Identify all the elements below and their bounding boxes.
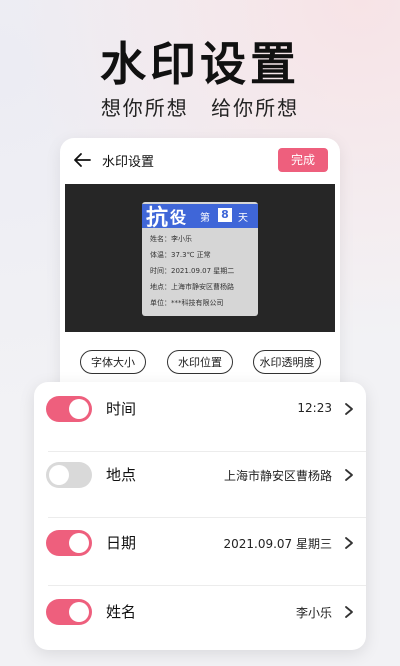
hero-subtitle: 想你所想 给你所想 — [100, 96, 300, 120]
watermark-card[interactable]: 抗 役 第 8 天 姓名：李小乐 体温：37.3℃ 正常 时间：2021.09.… — [142, 202, 258, 316]
arrow-left-icon[interactable] — [72, 150, 92, 170]
setting-value: 李小乐 — [295, 606, 332, 620]
setting-label: 地点 — [106, 466, 137, 484]
setting-row-time[interactable]: 时间 12:23 — [34, 382, 366, 452]
setting-row-location[interactable]: 地点 上海市静安区曹杨路 — [34, 448, 366, 518]
app-title: 水印设置 — [102, 155, 155, 170]
setting-row-name[interactable]: 姓名 李小乐 — [34, 585, 366, 650]
location-toggle[interactable] — [46, 462, 92, 488]
watermark-line-location: 地点：上海市静安区曹杨路 — [150, 283, 234, 291]
chevron-right-icon — [345, 537, 353, 549]
watermark-line-temperature: 体温：37.3℃ 正常 — [150, 251, 211, 259]
setting-value: 上海市静安区曹杨路 — [223, 469, 332, 483]
hero-title: 水印设置 — [100, 37, 300, 91]
setting-row-date[interactable]: 日期 2021.09.07 星期三 — [34, 516, 366, 586]
settings-card: 时间 12:23 地点 上海市静安区曹杨路 日期 2021.09.07 星期三 … — [34, 382, 366, 650]
setting-value: 12:23 — [297, 401, 332, 415]
chevron-right-icon — [345, 606, 353, 618]
chevron-right-icon — [345, 403, 353, 415]
setting-label: 姓名 — [106, 603, 137, 621]
date-toggle[interactable] — [46, 530, 92, 556]
setting-value: 2021.09.07 星期三 — [223, 537, 332, 551]
watermark-day-unit: 天 — [238, 213, 248, 224]
watermark-badge-char: 抗 — [146, 205, 169, 231]
photo-preview: 抗 役 第 8 天 姓名：李小乐 体温：37.3℃ 正常 时间：2021.09.… — [65, 184, 335, 332]
watermark-day-label: 第 — [200, 213, 210, 224]
watermark-badge-char: 役 — [170, 208, 187, 227]
toggle-knob — [69, 399, 89, 419]
watermark-line-time: 时间：2021.09.07 星期二 — [150, 267, 235, 275]
watermark-header: 抗 役 第 8 天 — [142, 204, 258, 231]
done-button[interactable]: 完成 — [278, 148, 328, 172]
watermark-opacity-chip[interactable]: 水印透明度 — [253, 350, 321, 374]
font-size-chip[interactable]: 字体大小 — [80, 350, 146, 374]
toggle-knob — [69, 602, 89, 622]
watermark-line-name: 姓名：李小乐 — [150, 235, 192, 243]
toggle-knob — [69, 533, 89, 553]
chevron-right-icon — [345, 469, 353, 481]
toggle-knob — [49, 465, 69, 485]
setting-label: 日期 — [106, 534, 137, 552]
app-bar: 水印设置 完成 — [60, 138, 340, 182]
time-toggle[interactable] — [46, 396, 92, 422]
watermark-position-chip[interactable]: 水印位置 — [167, 350, 233, 374]
watermark-line-company: 单位：***科技有限公司 — [150, 299, 224, 307]
watermark-day-number: 8 — [218, 208, 232, 222]
name-toggle[interactable] — [46, 599, 92, 625]
setting-label: 时间 — [106, 400, 137, 418]
